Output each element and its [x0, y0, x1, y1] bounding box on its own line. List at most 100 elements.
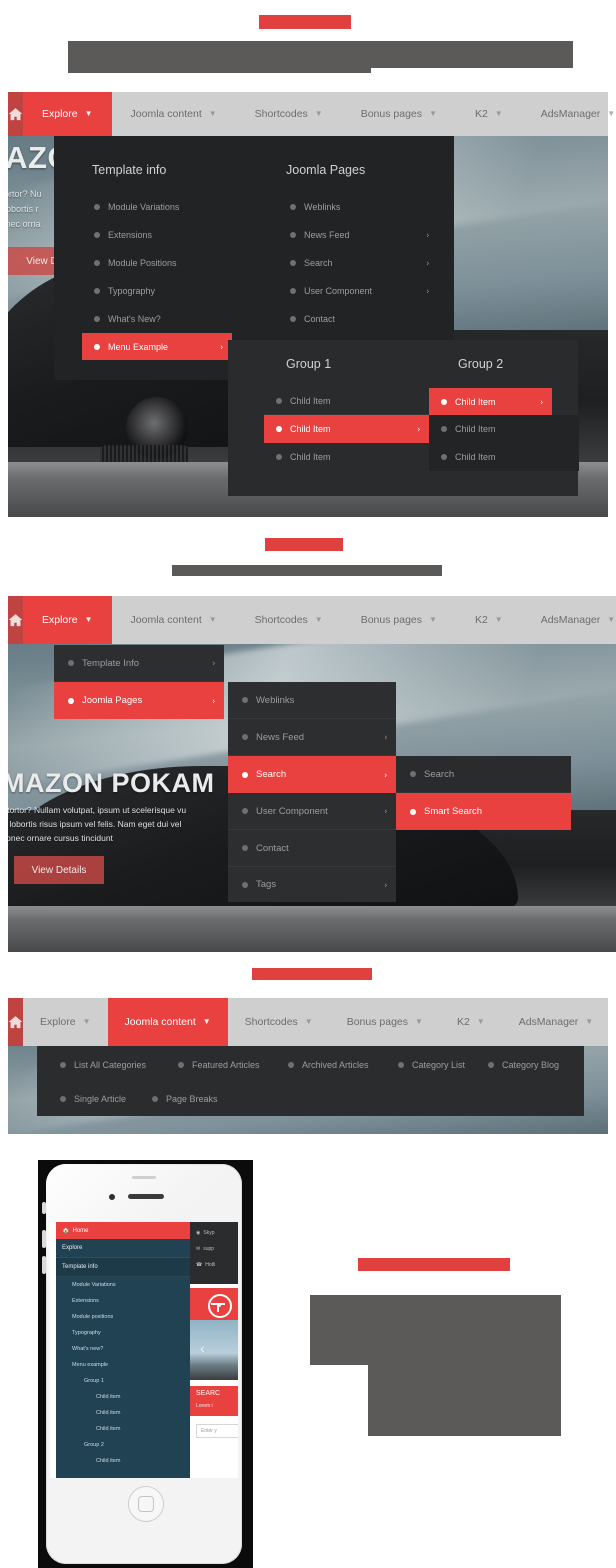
phone-volume-up[interactable]: [42, 1230, 46, 1248]
menu-item-label: Archived Articles: [302, 1060, 369, 1070]
nav-item-shortcodes-2[interactable]: Shortcodes ▼: [236, 596, 342, 644]
phone-mute-switch[interactable]: [42, 1202, 46, 1214]
menu-item-label: Template Info: [82, 657, 140, 669]
bullet-icon: [94, 231, 100, 238]
bullet-icon: [290, 259, 296, 266]
mobile-menu-home[interactable]: 🏠 Home: [56, 1222, 190, 1239]
group1-child-item-2[interactable]: Child Item ›: [264, 415, 429, 443]
mobile-contact-skype[interactable]: ◉ Skyp: [196, 1230, 215, 1236]
menu-item-user-component[interactable]: User Component ›: [278, 277, 438, 304]
menu-item-module-variations[interactable]: Module Variations: [82, 193, 237, 220]
nav-item-joomla-content-1[interactable]: Joomla content ▼: [112, 92, 236, 136]
mobile-menu-module-variations[interactable]: Module Variations: [72, 1277, 190, 1293]
menu-item-label: User Component: [256, 805, 328, 817]
nav-item-bonus-pages-1[interactable]: Bonus pages ▼: [342, 92, 456, 136]
group1-child-item-1[interactable]: Child Item: [264, 388, 429, 415]
dropdown-item-weblinks[interactable]: Weblinks: [228, 682, 396, 719]
menu-item-category-list[interactable]: Category List: [398, 1054, 498, 1076]
bullet-icon: [94, 315, 100, 322]
mobile-search-sub: Lorem i: [196, 1403, 213, 1409]
nav-item-bonus-pages-2[interactable]: Bonus pages ▼: [342, 596, 456, 644]
hero-copy-line-1: n tortor? Nu: [8, 189, 42, 199]
menu-item-featured-articles[interactable]: Featured Articles: [178, 1054, 288, 1076]
bullet-icon: [441, 426, 447, 432]
nav-item-joomla-content-2[interactable]: Joomla content ▼: [112, 596, 236, 644]
mobile-contact-email[interactable]: ✉ supp: [196, 1246, 214, 1252]
mobile-menu-template-info[interactable]: Template info: [56, 1258, 190, 1277]
bullet-icon: [68, 697, 74, 704]
menu-item-extensions[interactable]: Extensions: [82, 221, 237, 248]
phone-volume-down[interactable]: [42, 1256, 46, 1274]
chevron-left-icon[interactable]: ‹: [200, 1340, 205, 1356]
dropdown-item-tags[interactable]: Tags ›: [228, 867, 396, 902]
nav-item-shortcodes-3[interactable]: Shortcodes ▼: [228, 998, 330, 1046]
mobile-menu-group1-child-1[interactable]: Child item: [96, 1389, 190, 1405]
nav-item-k2-2[interactable]: K2 ▼: [456, 596, 522, 644]
nav-home-button-1[interactable]: [8, 92, 23, 136]
nav-item-explore-1[interactable]: Explore ▼: [23, 92, 112, 136]
nav-item-joomla-content-3[interactable]: Joomla content ▼: [107, 998, 228, 1046]
hero-view-details-button[interactable]: View Details: [14, 856, 104, 884]
mobile-menu-whats-new[interactable]: What's new?: [72, 1341, 190, 1357]
group1-child-item-3[interactable]: Child Item: [264, 443, 429, 470]
bullet-icon: [242, 734, 248, 740]
mobile-menu-group2-child-1[interactable]: Child item: [96, 1453, 190, 1469]
menu-item-label: Page Breaks: [166, 1094, 218, 1104]
dropdown-item-template-info[interactable]: Template Info ›: [54, 645, 224, 682]
dropdown-item-joomla-pages[interactable]: Joomla Pages ›: [54, 682, 224, 719]
menu-item-search[interactable]: Search ›: [278, 249, 438, 276]
nav-home-button-3[interactable]: [8, 998, 23, 1046]
mobile-email-input[interactable]: Enter y: [196, 1424, 238, 1438]
nav-item-adsmanager-1[interactable]: AdsManager ▼: [522, 92, 616, 136]
menu-item-menu-example[interactable]: Menu Example ›: [82, 333, 232, 360]
nav-item-explore-3[interactable]: Explore ▼: [23, 998, 108, 1046]
mobile-menu-extensions[interactable]: Extensions: [72, 1293, 190, 1309]
dropdown-item-search-leaf[interactable]: Search: [396, 756, 571, 793]
menu-item-category-blog[interactable]: Category Blog: [488, 1054, 588, 1076]
mobile-menu-typography[interactable]: Typography: [72, 1325, 190, 1341]
nav-item-bonus-pages-3[interactable]: Bonus pages ▼: [330, 998, 440, 1046]
nav-item-label: K2: [474, 614, 488, 626]
menu-item-list-all-categories[interactable]: List All Categories: [60, 1054, 170, 1076]
menu-item-label: Module Positions: [108, 257, 177, 268]
mobile-menu-group1-child-3[interactable]: Child item: [96, 1421, 190, 1437]
dropdown-item-contact[interactable]: Contact: [228, 830, 396, 867]
nav-item-explore-2[interactable]: Explore ▼: [23, 596, 112, 644]
menu-item-typography[interactable]: Typography: [82, 277, 237, 304]
nav-item-shortcodes-1[interactable]: Shortcodes ▼: [236, 92, 342, 136]
dropdown-item-smart-search[interactable]: Smart Search: [396, 793, 571, 830]
mobile-menu-menu-example[interactable]: Menu example: [72, 1357, 190, 1373]
menu-item-whats-new[interactable]: What's New?: [82, 305, 237, 332]
mobile-menu-module-positions[interactable]: Module positions: [72, 1309, 190, 1325]
menu-item-page-breaks[interactable]: Page Breaks: [152, 1088, 252, 1110]
menu-item-label: Weblinks: [304, 201, 341, 212]
menu-item-contact[interactable]: Contact: [278, 305, 438, 332]
menu-item-label: User Component: [304, 285, 373, 296]
chevron-down-icon: ▼: [304, 1017, 313, 1026]
menu-item-module-positions[interactable]: Module Positions: [82, 249, 237, 276]
bullet-icon: [290, 287, 296, 294]
dropdown-item-search[interactable]: Search ›: [228, 756, 396, 793]
nav-item-adsmanager-2[interactable]: AdsManager ▼: [522, 596, 616, 644]
dropdown-item-news-feed[interactable]: News Feed ›: [228, 719, 396, 756]
group2-child-item-3[interactable]: Child Item: [429, 443, 579, 470]
nav-item-k2-3[interactable]: K2 ▼: [440, 998, 502, 1046]
nav-item-label: Bonus pages: [360, 614, 423, 626]
group2-child-item-1[interactable]: Child Item ›: [429, 388, 552, 415]
nav-item-label: Shortcodes: [254, 108, 308, 120]
menu-item-single-article[interactable]: Single Article: [60, 1088, 160, 1110]
menu-item-news-feed[interactable]: News Feed ›: [278, 221, 438, 248]
nav-item-k2-1[interactable]: K2 ▼: [456, 92, 522, 136]
group2-child-item-2[interactable]: Child Item: [429, 415, 579, 443]
menu-item-label: News Feed: [304, 229, 350, 240]
nav-home-button-2[interactable]: [8, 596, 23, 644]
mobile-menu-group1-child-2[interactable]: Child item: [96, 1405, 190, 1421]
mobile-menu-group-1[interactable]: Group 1: [84, 1373, 190, 1389]
menu-item-archived-articles[interactable]: Archived Articles: [288, 1054, 398, 1076]
dropdown-item-user-component[interactable]: User Component ›: [228, 793, 396, 830]
mobile-contact-hotline[interactable]: ☎ Hotli: [196, 1262, 215, 1268]
menu-item-weblinks[interactable]: Weblinks: [278, 193, 438, 220]
mobile-menu-group-2[interactable]: Group 2: [84, 1437, 190, 1453]
mobile-menu-explore[interactable]: Explore: [56, 1239, 190, 1258]
nav-item-adsmanager-3[interactable]: AdsManager ▼: [502, 998, 610, 1046]
